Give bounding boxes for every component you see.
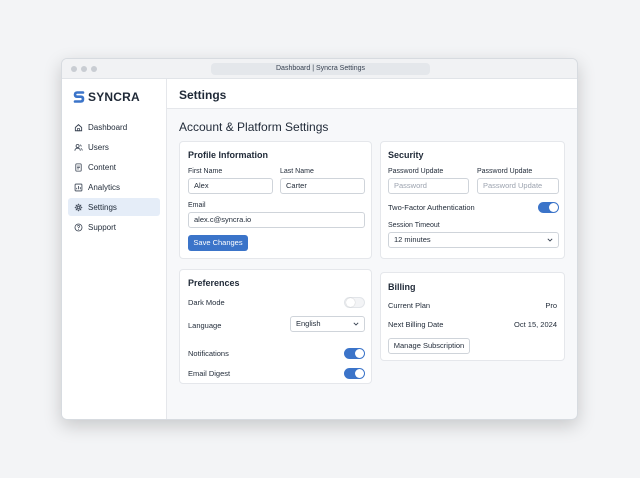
main-heading: Account & Platform Settings: [179, 120, 329, 134]
password-field[interactable]: Password: [388, 178, 469, 194]
first-name-field[interactable]: Alex: [188, 178, 273, 194]
chart-icon: [74, 183, 83, 191]
sidebar-item-label: Users: [88, 142, 109, 152]
preferences-card: Preferences Dark Mode Language English N…: [179, 269, 372, 384]
sidebar-item-settings[interactable]: Settings: [68, 198, 160, 216]
current-plan-value: Pro: [545, 301, 557, 310]
window-minimize-dot[interactable]: [81, 66, 87, 72]
next-billing-value: Oct 15, 2024: [514, 320, 557, 329]
last-name-label: Last Name: [280, 168, 314, 175]
brand: SYNCRA: [73, 88, 140, 106]
sidebar: SYNCRA Dashboard Users Content Analytics…: [62, 79, 167, 419]
sidebar-item-label: Analytics: [88, 182, 121, 192]
billing-card-title: Billing: [388, 282, 416, 292]
gear-icon: [74, 203, 83, 211]
language-select[interactable]: English: [290, 316, 365, 332]
address-bar[interactable]: Dashboard | Syncra Settings: [211, 63, 430, 75]
chevron-down-icon: [547, 238, 553, 242]
email-label: Email: [188, 202, 206, 209]
dark-mode-label: Dark Mode: [188, 298, 225, 307]
preferences-card-title: Preferences: [188, 278, 240, 288]
session-timeout-value: 12 minutes: [394, 235, 431, 244]
sidebar-item-content[interactable]: Content: [68, 158, 160, 176]
password-update-label-2: Password Update: [477, 168, 533, 175]
notifications-toggle[interactable]: [344, 348, 365, 359]
billing-card: Billing Current Plan Pro Next Billing Da…: [380, 272, 565, 361]
email-field[interactable]: alex.c@syncra.io: [188, 212, 365, 228]
window-maximize-dot[interactable]: [91, 66, 97, 72]
help-icon: [74, 223, 83, 231]
session-timeout-select[interactable]: 12 minutes: [388, 232, 559, 248]
sidebar-item-analytics[interactable]: Analytics: [68, 178, 160, 196]
email-digest-label: Email Digest: [188, 369, 231, 378]
syncra-logo-icon: [73, 91, 85, 103]
password-update-label: Password Update: [388, 168, 444, 175]
next-billing-label: Next Billing Date: [388, 320, 444, 329]
sidebar-item-label: Support: [88, 222, 117, 232]
top-bar: Settings: [167, 79, 577, 109]
language-label: Language: [188, 321, 222, 330]
profile-card-title: Profile Information: [188, 150, 269, 160]
profile-card: Profile Information First Name Alex Last…: [179, 141, 372, 259]
page-title: Settings: [179, 88, 227, 102]
users-icon: [74, 143, 83, 151]
first-name-label: First Name: [188, 168, 223, 175]
security-card-title: Security: [388, 150, 424, 160]
password-update-field[interactable]: Password Update: [477, 178, 559, 194]
session-timeout-label: Session Timeout: [388, 222, 440, 229]
language-value: English: [296, 319, 321, 328]
last-name-field[interactable]: Carter: [280, 178, 365, 194]
home-icon: [74, 123, 83, 131]
brand-name: SYNCRA: [88, 90, 140, 104]
document-icon: [75, 162, 82, 172]
email-digest-toggle[interactable]: [344, 368, 365, 379]
sidebar-item-support[interactable]: Support: [68, 218, 160, 236]
app-window: Dashboard | Syncra Settings SYNCRA Dashb…: [61, 58, 578, 420]
sidebar-item-label: Settings: [88, 202, 117, 212]
window-close-dot[interactable]: [71, 66, 77, 72]
title-bar: Dashboard | Syncra Settings: [62, 59, 577, 79]
sidebar-item-dashboard[interactable]: Dashboard: [68, 118, 160, 136]
dark-mode-toggle[interactable]: [344, 297, 365, 308]
current-plan-label: Current Plan: [388, 301, 431, 310]
chevron-down-icon: [353, 322, 359, 326]
manage-subscription-button[interactable]: Manage Subscription: [388, 338, 470, 354]
two-factor-toggle[interactable]: [538, 202, 559, 213]
save-changes-button[interactable]: Save Changes: [188, 235, 248, 251]
notifications-label: Notifications: [188, 349, 229, 358]
security-card: Security Password Update Password Passwo…: [380, 141, 565, 259]
two-factor-label: Two-Factor Authentication: [388, 203, 475, 212]
sidebar-item-label: Dashboard: [88, 122, 128, 132]
sidebar-item-users[interactable]: Users: [68, 138, 160, 156]
sidebar-item-label: Content: [88, 162, 117, 172]
